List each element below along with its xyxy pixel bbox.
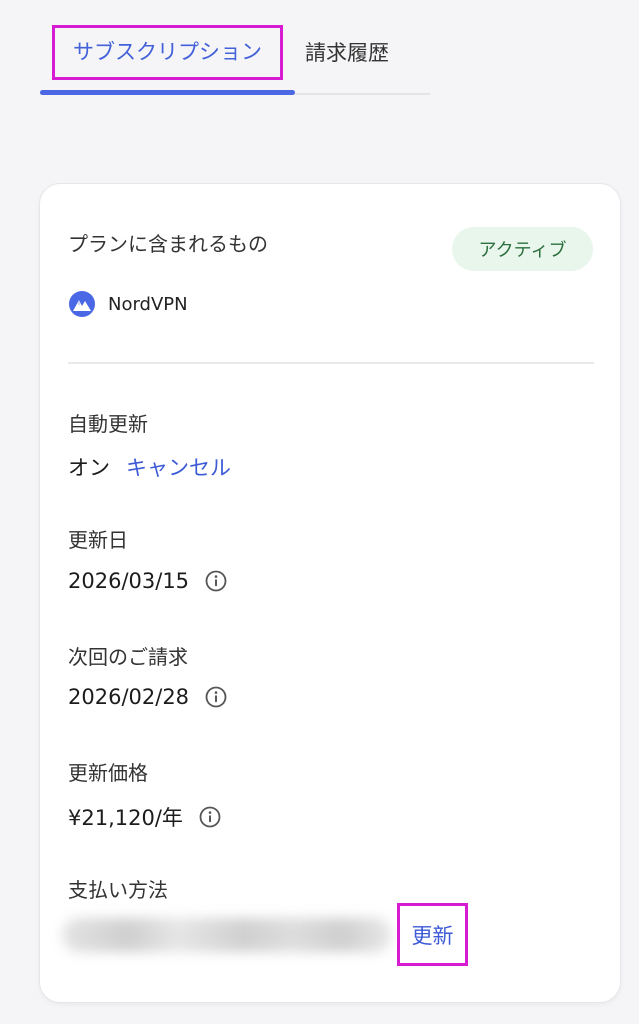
auto-renewal-label: 自動更新: [68, 412, 148, 436]
next-billing-value: 2026/02/28: [68, 685, 190, 709]
renewal-date-label: 更新日: [68, 528, 128, 552]
card-divider: [68, 362, 594, 364]
product-row: NordVPN: [68, 290, 188, 318]
renewal-price-row: ¥21,120/年: [68, 802, 221, 832]
info-icon[interactable]: [205, 686, 227, 708]
info-icon[interactable]: [205, 570, 227, 592]
next-billing-label: 次回のご請求: [68, 645, 188, 669]
payment-method-label: 支払い方法: [68, 878, 168, 902]
subscription-card: プランに含まれるもの アクティブ NordVPN 自動更新 オン キャンセル 更…: [40, 184, 620, 1002]
update-payment-link[interactable]: 更新: [397, 903, 468, 966]
plan-includes-label: プランに含まれるもの: [68, 232, 268, 256]
tab-subscription[interactable]: サブスクリプション: [40, 12, 295, 92]
renewal-date-row: 2026/03/15: [68, 569, 227, 593]
status-badge: アクティブ: [452, 227, 593, 271]
renewal-price-label: 更新価格: [68, 761, 148, 785]
nordvpn-logo-icon: [69, 291, 95, 317]
info-icon[interactable]: [199, 806, 221, 828]
renewal-price-value: ¥21,120/年: [68, 806, 183, 830]
tab-subscription-label: サブスクリプション: [52, 24, 283, 80]
active-tab-indicator: [40, 90, 295, 95]
auto-renewal-status: オン: [68, 456, 110, 480]
cancel-link[interactable]: キャンセル: [126, 452, 231, 482]
tab-billing-history[interactable]: 請求履歴: [305, 12, 415, 92]
next-billing-row: 2026/02/28: [68, 685, 227, 709]
payment-method-redacted: [62, 918, 392, 952]
product-name: NordVPN: [108, 293, 188, 315]
auto-renewal-value-row: オン キャンセル: [68, 452, 231, 482]
renewal-date-value: 2026/03/15: [68, 569, 190, 593]
tab-bar: サブスクリプション 請求履歴: [40, 12, 430, 96]
